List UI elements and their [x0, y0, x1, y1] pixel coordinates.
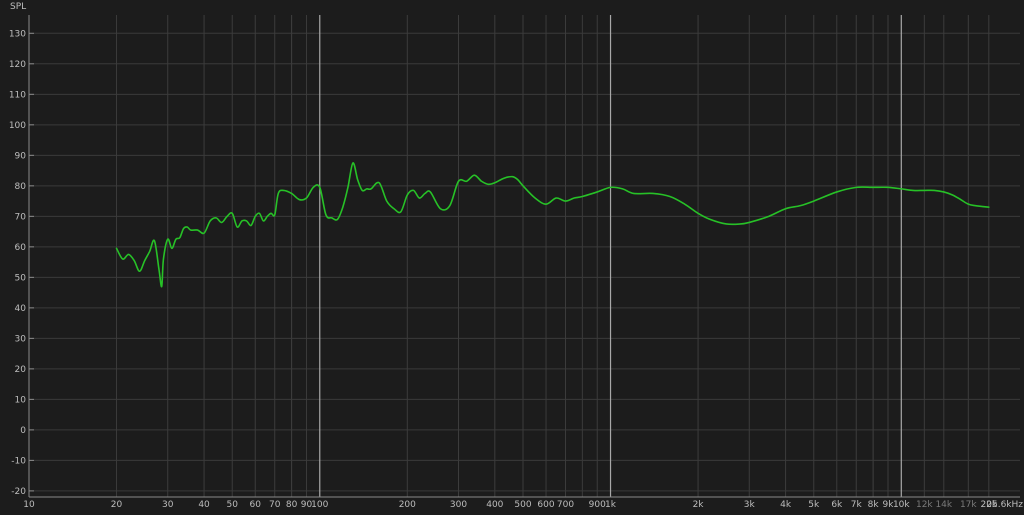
frequency-response-chart: -20 -10 0 10 20 30 40 50 60 70 80 90 100 110 120 130 10 2… [0, 0, 1024, 511]
x-tick-label: 80 [286, 500, 298, 510]
x-tick-label: 70 [269, 500, 281, 510]
x-tick-label: 900 [589, 500, 606, 510]
y-tick-label: 100 [9, 121, 26, 131]
y-tick-label: 130 [9, 29, 26, 39]
y-tick-label: 10 [15, 395, 27, 405]
x-tick-label: 20 [111, 500, 123, 510]
y-axis-title: SPL [10, 2, 26, 12]
y-tick-label: 90 [15, 151, 27, 161]
y-tick-label: 0 [20, 426, 26, 436]
x-tick-label: 500 [514, 500, 531, 510]
x-tick-label: 600 [537, 500, 554, 510]
x-tick-label: 300 [450, 500, 467, 510]
x-tick-label: 14k [935, 500, 952, 510]
x-tick-label: 17k [960, 500, 977, 510]
y-tick-label: 60 [15, 243, 27, 253]
y-tick-label: 120 [9, 60, 26, 70]
y-tick-label: 40 [15, 304, 27, 314]
x-tick-label: 200 [399, 500, 416, 510]
y-tick-label: -10 [11, 456, 26, 466]
x-tick-label: 10k [893, 500, 910, 510]
x-tick-label: 30 [162, 500, 174, 510]
y-tick-label: 70 [15, 212, 27, 222]
x-tick-label: 10 [23, 500, 35, 510]
plot-background [0, 0, 1024, 511]
y-tick-label: 80 [15, 182, 27, 192]
x-tick-label: 6k [831, 500, 843, 510]
x-tick-label: 100 [311, 500, 328, 510]
y-tick-label: 110 [9, 90, 26, 100]
y-tick-label: 50 [15, 273, 27, 283]
x-tick-label: 8k [868, 500, 880, 510]
chart-svg: -20 -10 0 10 20 30 40 50 60 70 80 90 100 110 120 130 10 2… [0, 0, 1024, 511]
x-tick-label: 7k [851, 500, 863, 510]
x-tick-label: 25.6kHz [986, 500, 1023, 510]
x-tick-label: 60 [250, 500, 262, 510]
x-tick-label: 1k [605, 500, 617, 510]
y-tick-label: 30 [15, 334, 27, 344]
y-tick-label: 20 [15, 365, 27, 375]
x-tick-label: 3k [744, 500, 756, 510]
x-tick-label: 2k [693, 500, 705, 510]
x-tick-label: 50 [227, 500, 239, 510]
x-tick-label: 40 [198, 500, 210, 510]
y-tick-label: -20 [11, 487, 26, 497]
x-tick-label: 5k [808, 500, 820, 510]
x-tick-label: 700 [557, 500, 574, 510]
x-tick-label: 12k [916, 500, 933, 510]
x-tick-label: 400 [486, 500, 503, 510]
x-tick-label: 4k [780, 500, 792, 510]
